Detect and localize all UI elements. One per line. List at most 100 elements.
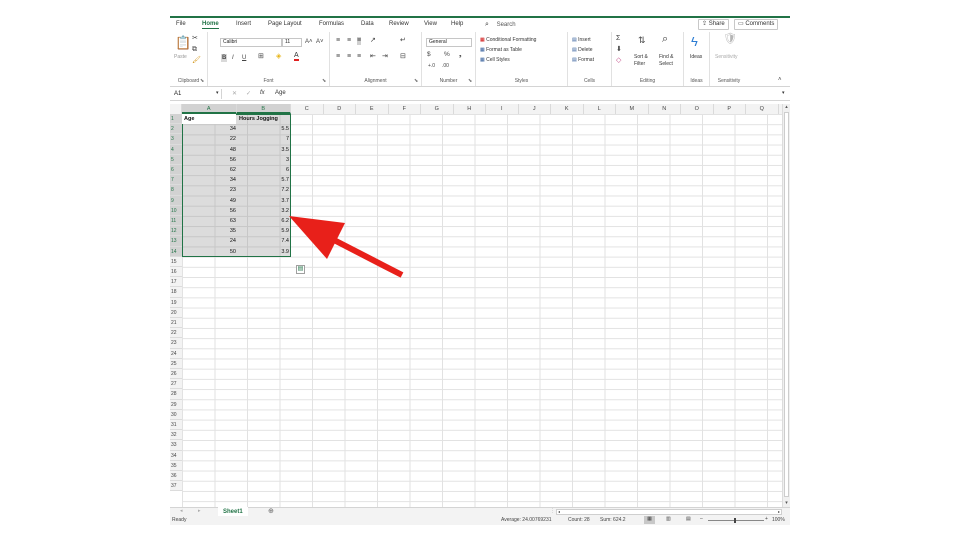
scroll-right-icon[interactable]: ▸: [778, 509, 780, 514]
search-box[interactable]: ⌕ Search: [485, 21, 516, 29]
row-header-28[interactable]: 28: [170, 389, 182, 400]
tab-insert[interactable]: Insert: [236, 21, 251, 27]
cell-hours-jogging[interactable]: 3.9: [237, 247, 290, 257]
cell-age[interactable]: 62: [183, 165, 237, 175]
row-header-7[interactable]: 7: [170, 175, 182, 186]
decrease-indent-icon[interactable]: ⇤: [370, 53, 376, 61]
cell-hours-jogging[interactable]: 5.7: [237, 175, 290, 185]
more-options-icon[interactable]: ⋮: [550, 508, 555, 514]
cut-icon[interactable]: ✂: [192, 35, 198, 43]
conditional-formatting-button[interactable]: ▦ Conditional Formatting: [480, 37, 536, 43]
comments-button[interactable]: ▭ Comments: [734, 19, 779, 30]
ideas-icon[interactable]: ϟ: [691, 35, 698, 49]
row-header-11[interactable]: 11: [170, 216, 182, 227]
expand-formula-bar-icon[interactable]: ▾: [782, 90, 785, 96]
new-sheet-icon[interactable]: ⊕: [268, 507, 274, 515]
cell-hours-jogging[interactable]: 3.2: [237, 206, 290, 216]
align-top-icon[interactable]: ≡: [336, 37, 340, 45]
row-header-22[interactable]: 22: [170, 328, 182, 339]
page-layout-view-icon[interactable]: ▥: [666, 516, 671, 522]
launcher-icon[interactable]: ⬊: [468, 79, 473, 84]
sensitivity-button[interactable]: Sensitivity: [715, 54, 738, 60]
cell-hours-jogging[interactable]: 3.7: [237, 196, 290, 206]
sort-filter-icon[interactable]: ⇅: [638, 36, 646, 45]
column-header-q[interactable]: Q: [746, 104, 779, 114]
tab-file[interactable]: File: [176, 21, 186, 27]
fill-color-icon[interactable]: ◈: [276, 53, 281, 61]
column-header-o[interactable]: O: [681, 104, 714, 114]
tab-formulas[interactable]: Formulas: [319, 21, 344, 27]
underline-button[interactable]: U: [242, 54, 246, 62]
column-header-f[interactable]: F: [389, 104, 421, 114]
normal-view-icon[interactable]: ▦: [644, 516, 655, 524]
column-header-j[interactable]: J: [519, 104, 551, 114]
align-middle-icon[interactable]: ≡: [347, 37, 351, 45]
increase-decimal-icon[interactable]: +.0: [428, 62, 435, 70]
page-break-view-icon[interactable]: ▤: [686, 516, 691, 522]
cell-age[interactable]: 35: [183, 226, 237, 236]
cell-hours-jogging[interactable]: 7.4: [237, 236, 290, 246]
row-header-3[interactable]: 3: [170, 134, 182, 145]
tab-data[interactable]: Data: [361, 21, 374, 27]
row-header-6[interactable]: 6: [170, 165, 182, 176]
font-name-select[interactable]: Calibri: [220, 38, 282, 47]
insert-function-button[interactable]: fx: [260, 90, 265, 96]
align-left-icon[interactable]: ≡: [336, 53, 340, 61]
quick-analysis-icon[interactable]: ▤: [296, 265, 305, 274]
cell-age[interactable]: 50: [183, 247, 237, 257]
row-header-36[interactable]: 36: [170, 471, 182, 482]
cell-hours-jogging[interactable]: 3: [237, 155, 290, 165]
cell-age[interactable]: 49: [183, 196, 237, 206]
cell-hours-jogging[interactable]: 6: [237, 165, 290, 175]
next-sheet-icon[interactable]: ▸: [198, 508, 201, 514]
column-header-c[interactable]: C: [291, 104, 324, 114]
row-header-15[interactable]: 15: [170, 256, 182, 267]
cell-hours-jogging[interactable]: 7: [237, 134, 290, 144]
orientation-icon[interactable]: ↗: [370, 37, 376, 45]
cell-age[interactable]: 56: [183, 155, 237, 165]
cell-hours-jogging[interactable]: 7.2: [237, 185, 290, 195]
increase-indent-icon[interactable]: ⇥: [382, 53, 388, 61]
horizontal-scrollbar[interactable]: ◂ ▸: [556, 509, 782, 515]
font-size-select[interactable]: 11: [282, 38, 302, 47]
share-button[interactable]: ⇪ Share: [698, 19, 729, 30]
clear-icon[interactable]: ◇: [616, 57, 621, 65]
row-header-27[interactable]: 27: [170, 379, 182, 390]
comma-style-icon[interactable]: ❟: [459, 51, 462, 59]
format-cells-button[interactable]: ▤ Format: [572, 57, 594, 63]
header-cell-age[interactable]: Age: [183, 114, 237, 124]
row-header-29[interactable]: 29: [170, 399, 182, 410]
cell-age[interactable]: 22: [183, 134, 237, 144]
increase-font-icon[interactable]: A˄: [305, 38, 313, 46]
tab-help[interactable]: Help: [451, 21, 463, 27]
percent-button[interactable]: %: [444, 51, 450, 59]
row-header-21[interactable]: 21: [170, 318, 182, 329]
tab-home[interactable]: Home: [202, 21, 219, 29]
name-box[interactable]: A1: [172, 89, 222, 99]
cell-hours-jogging[interactable]: 6.2: [237, 216, 290, 226]
scroll-left-icon[interactable]: ◂: [558, 509, 560, 514]
zoom-in-icon[interactable]: +: [765, 516, 768, 522]
vertical-scroll-thumb[interactable]: [784, 112, 789, 497]
scroll-down-icon[interactable]: ▾: [783, 500, 790, 507]
tab-page-layout[interactable]: Page Layout: [268, 21, 302, 27]
decrease-decimal-icon[interactable]: .00: [442, 62, 449, 70]
cell-hours-jogging[interactable]: 5.9: [237, 226, 290, 236]
italic-button[interactable]: I: [232, 54, 234, 62]
row-header-10[interactable]: 10: [170, 205, 182, 216]
cell-hours-jogging[interactable]: 5.5: [237, 124, 290, 134]
tab-view[interactable]: View: [424, 21, 437, 27]
row-header-4[interactable]: 4: [170, 144, 182, 155]
font-color-icon[interactable]: A: [294, 52, 299, 61]
select-all-corner[interactable]: [170, 104, 182, 114]
row-header-13[interactable]: 13: [170, 236, 182, 247]
row-header-24[interactable]: 24: [170, 348, 182, 359]
column-header-h[interactable]: H: [454, 104, 486, 114]
align-right-icon[interactable]: ≡: [357, 53, 361, 61]
row-header-1[interactable]: 1: [170, 114, 182, 125]
column-header-d[interactable]: D: [324, 104, 356, 114]
cell-age[interactable]: 56: [183, 206, 237, 216]
row-header-34[interactable]: 34: [170, 450, 182, 461]
tab-review[interactable]: Review: [389, 21, 409, 27]
decrease-font-icon[interactable]: A˅: [316, 38, 324, 46]
